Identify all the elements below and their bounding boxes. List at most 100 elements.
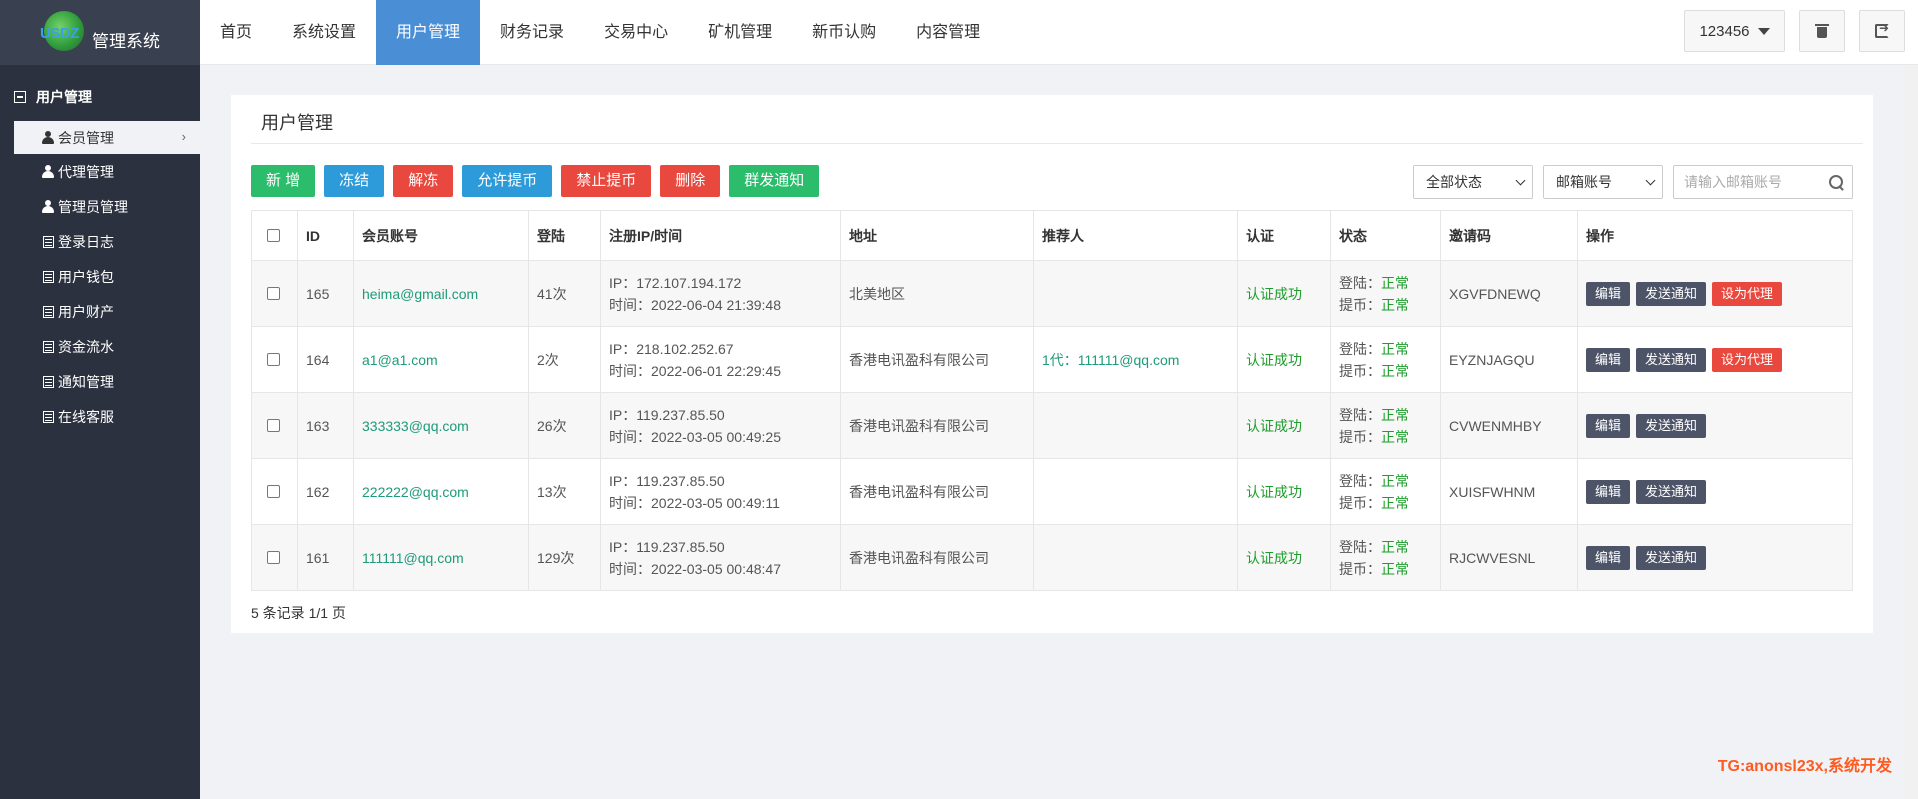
- cell-invite: EYZNJAGQU: [1440, 326, 1578, 393]
- cell-ops: 编辑 发送通知 设为代理: [1577, 326, 1853, 393]
- nav-group-header[interactable]: 用户管理: [0, 87, 200, 107]
- add-button[interactable]: 新 增: [251, 165, 316, 197]
- field-select[interactable]: 邮箱账号: [1543, 165, 1663, 199]
- tab-6[interactable]: 新币认购: [792, 0, 896, 65]
- cell-ip-time: IP：119.237.85.50 时间：2022-03-05 00:49:25: [600, 392, 841, 459]
- status-select[interactable]: 全部状态: [1413, 165, 1533, 199]
- tab-0[interactable]: 首页: [200, 0, 272, 65]
- login-status: 正常: [1381, 274, 1409, 291]
- chevron-down-icon: [1515, 175, 1526, 185]
- referrer-link[interactable]: 1代：111111@qq.com: [1042, 352, 1179, 368]
- delete-button[interactable]: 删除: [660, 165, 721, 197]
- notify-all-button[interactable]: 群发通知: [729, 165, 820, 197]
- logout-button[interactable]: [1859, 10, 1905, 52]
- col-address: 地址: [840, 210, 1034, 261]
- send-notice-button[interactable]: 发送通知: [1636, 479, 1707, 504]
- top-tabs: 首页 系统设置 用户管理 财务记录 交易中心 矿机管理 新币认购 内容管理: [200, 0, 1918, 65]
- sidebar-item-3[interactable]: 登录日志: [14, 224, 200, 259]
- send-notice-button[interactable]: 发送通知: [1636, 545, 1707, 570]
- col-status: 状态: [1330, 210, 1441, 261]
- row-checkbox[interactable]: [267, 485, 280, 498]
- user-icon: [42, 165, 54, 178]
- page-title: 用户管理: [261, 113, 333, 133]
- tab-1[interactable]: 系统设置: [272, 0, 376, 65]
- list-icon: [42, 235, 54, 248]
- sidebar: USDZ 管理系统 用户管理 会员管理 › 代理管理 管理员管理 登录日志 用户钱包 用户财…: [0, 0, 200, 799]
- set-agent-button[interactable]: 设为代理: [1712, 347, 1783, 372]
- edit-button[interactable]: 编辑: [1586, 347, 1631, 372]
- cell-time: 时间：2022-03-05 00:49:11: [609, 494, 780, 511]
- tab-5[interactable]: 矿机管理: [688, 0, 792, 65]
- cell-ops: 编辑 发送通知 设为代理: [1577, 260, 1853, 327]
- list-icon: [42, 340, 54, 353]
- cell-auth: 认证成功: [1237, 260, 1331, 327]
- search-input[interactable]: [1684, 174, 1814, 190]
- set-agent-button[interactable]: 设为代理: [1712, 281, 1783, 306]
- tab-2[interactable]: 用户管理: [376, 0, 481, 65]
- globe-logo-icon: USDZ: [40, 9, 88, 57]
- clear-cache-button[interactable]: [1799, 10, 1845, 52]
- edit-button[interactable]: 编辑: [1586, 479, 1631, 504]
- login-status: 正常: [1381, 340, 1409, 357]
- search-icon[interactable]: [1829, 174, 1844, 190]
- edit-button[interactable]: 编辑: [1586, 545, 1631, 570]
- sidebar-item-1[interactable]: 代理管理: [14, 154, 200, 189]
- edit-button[interactable]: 编辑: [1586, 413, 1631, 438]
- allow-withdraw-button[interactable]: 允许提币: [462, 165, 553, 197]
- cell-status: 登陆：正常 提币：正常: [1330, 326, 1441, 393]
- sidebar-item-5[interactable]: 用户财产: [14, 294, 200, 329]
- list-icon: [42, 270, 54, 283]
- sidebar-item-7[interactable]: 通知管理: [14, 364, 200, 399]
- cell-logins: 41次: [528, 260, 601, 327]
- withdraw-status: 正常: [1381, 428, 1409, 445]
- account-link[interactable]: heima@gmail.com: [362, 286, 478, 302]
- account-link[interactable]: 333333@qq.com: [362, 418, 469, 434]
- tab-4[interactable]: 交易中心: [584, 0, 688, 65]
- account-link[interactable]: 111111@qq.com: [362, 550, 464, 566]
- pagination-info: 5 条记录 1/1 页: [251, 605, 346, 621]
- row-checkbox[interactable]: [267, 353, 280, 366]
- cell-ip: IP：119.237.85.50: [609, 406, 725, 423]
- send-notice-button[interactable]: 发送通知: [1636, 281, 1707, 306]
- list-icon: [42, 375, 54, 388]
- withdraw-status: 正常: [1381, 296, 1409, 313]
- row-checkbox[interactable]: [267, 551, 280, 564]
- sidebar-item-8[interactable]: 在线客服: [14, 399, 200, 434]
- sidebar-item-6[interactable]: 资金流水: [14, 329, 200, 364]
- cell-logins: 26次: [528, 392, 601, 459]
- table-row: 161 111111@qq.com 129次 IP：119.237.85.50 时…: [251, 524, 1853, 591]
- sidebar-item-4[interactable]: 用户钱包: [14, 259, 200, 294]
- freeze-button[interactable]: 冻结: [324, 165, 385, 197]
- sidebar-item-2[interactable]: 管理员管理: [14, 189, 200, 224]
- edit-button[interactable]: 编辑: [1586, 281, 1631, 306]
- collapse-icon: [14, 91, 26, 103]
- cell-ops: 编辑 发送通知: [1577, 524, 1853, 591]
- row-checkbox[interactable]: [267, 287, 280, 300]
- ban-withdraw-button[interactable]: 禁止提币: [561, 165, 652, 197]
- send-notice-button[interactable]: 发送通知: [1636, 347, 1707, 372]
- tab-3[interactable]: 财务记录: [480, 0, 584, 65]
- col-ip-time: 注册IP/时间: [600, 210, 841, 261]
- row-checkbox[interactable]: [267, 419, 280, 432]
- status-select-value: 全部状态: [1426, 174, 1482, 190]
- account-link[interactable]: a1@a1.com: [362, 352, 438, 368]
- account-link[interactable]: 222222@qq.com: [362, 484, 469, 500]
- table-header-row: ID 会员账号 登陆 注册IP/时间 地址 推荐人 认证 状态 邀请码 操作: [251, 210, 1853, 261]
- tab-7[interactable]: 内容管理: [896, 0, 1000, 65]
- login-status: 正常: [1381, 538, 1409, 555]
- login-status-label: 登陆：: [1339, 406, 1381, 423]
- unfreeze-button[interactable]: 解冻: [393, 165, 454, 197]
- user-dropdown[interactable]: 123456: [1684, 10, 1785, 52]
- table-row: 162 222222@qq.com 13次 IP：119.237.85.50 时间…: [251, 458, 1853, 525]
- cell-ip-time: IP：218.102.252.67 时间：2022-06-01 22:29:45: [600, 326, 841, 393]
- page-scrollbar[interactable]: [1904, 65, 1918, 799]
- select-all-checkbox[interactable]: [267, 229, 280, 242]
- send-notice-button[interactable]: 发送通知: [1636, 413, 1707, 438]
- withdraw-status-label: 提币：: [1339, 560, 1381, 577]
- sidebar-item-0[interactable]: 会员管理 ›: [14, 121, 200, 154]
- user-icon: [42, 131, 54, 144]
- top-navbar: 首页 系统设置 用户管理 财务记录 交易中心 矿机管理 新币认购 内容管理 123456: [200, 0, 1918, 65]
- top-right-actions: 123456: [1684, 10, 1905, 52]
- sidebar-list: 会员管理 › 代理管理 管理员管理 登录日志 用户钱包 用户财产 资金流水 通知管理 在线客服: [0, 121, 200, 434]
- cell-ip: IP：119.237.85.50: [609, 538, 725, 555]
